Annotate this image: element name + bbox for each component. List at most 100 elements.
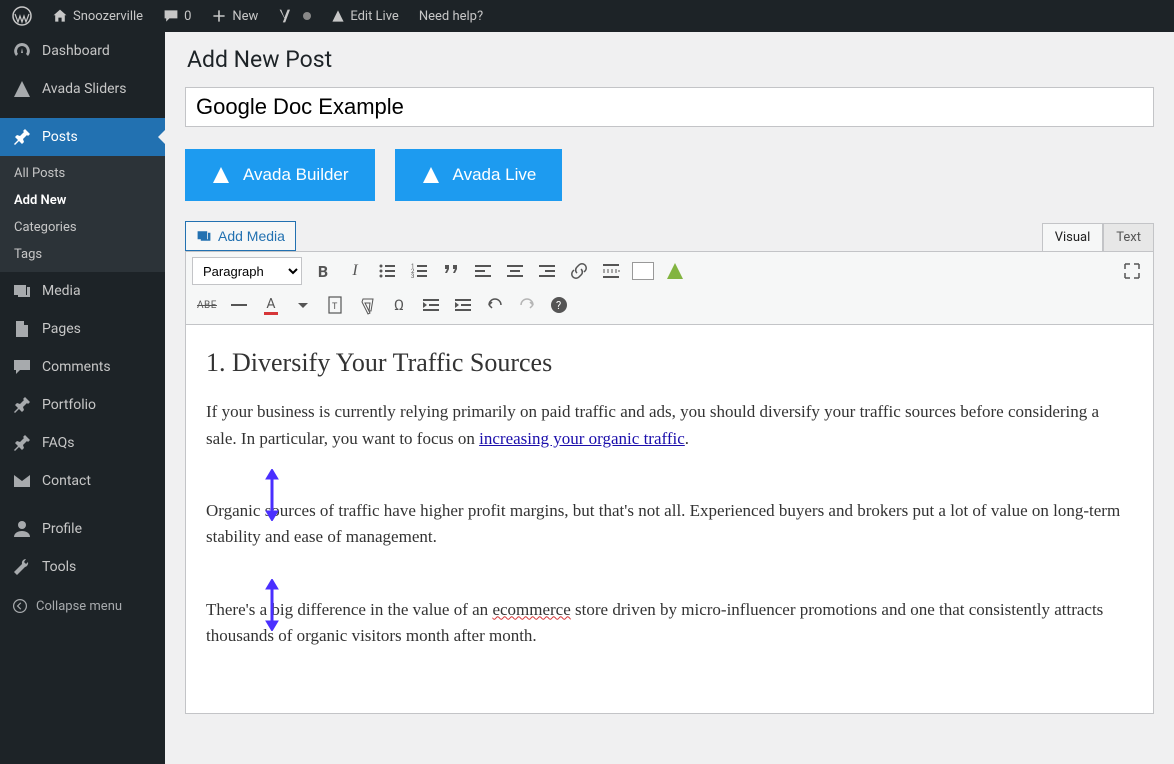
sidebar-item-dashboard[interactable]: Dashboard [0, 32, 165, 70]
sidebar-item-label: Portfolio [42, 397, 96, 413]
clear-format-button[interactable] [352, 290, 382, 320]
pin-icon [12, 395, 32, 415]
format-select[interactable]: Paragraph [192, 257, 302, 285]
submenu-add-new[interactable]: Add New [0, 187, 165, 214]
avada-builder-button[interactable]: Avada Builder [185, 149, 375, 201]
sidebar-item-media[interactable]: Media [0, 272, 165, 310]
page-icon [12, 319, 32, 339]
sidebar-item-posts[interactable]: Posts [0, 118, 165, 156]
italic-button[interactable]: I [340, 256, 370, 286]
indent-button[interactable] [448, 290, 478, 320]
add-media-label: Add Media [218, 228, 285, 244]
sidebar-item-label: Profile [42, 521, 82, 537]
content-heading: 1. Diversify Your Traffic Sources [206, 343, 1133, 383]
sidebar-item-label: Contact [42, 473, 91, 489]
sidebar-item-label: Media [42, 283, 81, 299]
strikethrough-button[interactable]: ABE [192, 290, 222, 320]
pin-icon [12, 433, 32, 453]
sidebar-item-label: Posts [42, 129, 78, 145]
comments-link[interactable]: 0 [155, 0, 199, 32]
bullet-list-button[interactable] [372, 256, 402, 286]
tab-text[interactable]: Text [1103, 223, 1154, 251]
outdent-button[interactable] [416, 290, 446, 320]
avada-live-button[interactable]: Avada Live [395, 149, 563, 201]
yoast-link[interactable] [270, 0, 319, 32]
svg-text:T: T [332, 302, 338, 312]
sidebar-item-faqs[interactable]: FAQs [0, 424, 165, 462]
submenu-all-posts[interactable]: All Posts [0, 160, 165, 187]
collapse-menu-button[interactable]: Collapse menu [0, 586, 165, 626]
text-color-button[interactable]: A [256, 290, 286, 320]
new-label: New [232, 9, 258, 24]
media-icon [196, 228, 212, 244]
organic-traffic-link[interactable]: increasing your organic traffic [479, 429, 685, 448]
wp-logo[interactable] [4, 0, 40, 32]
svg-text:3: 3 [411, 273, 414, 280]
wordpress-icon [12, 6, 32, 26]
home-icon [52, 8, 68, 24]
sidebar-item-avada-sliders[interactable]: Avada Sliders [0, 70, 165, 108]
edit-live-label: Edit Live [350, 9, 399, 24]
editor-toolbar: Paragraph B I 123 ABE [186, 252, 1153, 325]
align-left-button[interactable] [468, 256, 498, 286]
site-name: Snoozerville [73, 9, 143, 24]
sidebar-item-pages[interactable]: Pages [0, 310, 165, 348]
posts-submenu: All Posts Add New Categories Tags [0, 156, 165, 272]
sidebar-item-tools[interactable]: Tools [0, 548, 165, 586]
number-list-button[interactable]: 123 [404, 256, 434, 286]
redo-button[interactable] [512, 290, 542, 320]
paste-text-button[interactable]: T [320, 290, 350, 320]
avada-element-button[interactable] [660, 256, 690, 286]
user-icon [12, 519, 32, 539]
tab-visual[interactable]: Visual [1042, 223, 1104, 251]
editor: Paragraph B I 123 ABE [185, 251, 1154, 714]
submenu-tags[interactable]: Tags [0, 241, 165, 268]
content-paragraph-3: There's a big difference in the value of… [206, 597, 1133, 650]
edit-live-link[interactable]: Edit Live [323, 0, 407, 32]
bold-button[interactable]: B [308, 256, 338, 286]
dashboard-icon [12, 41, 32, 61]
blockquote-button[interactable] [436, 256, 466, 286]
sidebar-item-label: Comments [42, 359, 111, 375]
add-media-button[interactable]: Add Media [185, 221, 296, 251]
sidebar-item-contact[interactable]: Contact [0, 462, 165, 500]
sidebar-item-profile[interactable]: Profile [0, 510, 165, 548]
yoast-icon [278, 8, 294, 24]
read-more-button[interactable] [596, 256, 626, 286]
media-icon [12, 281, 32, 301]
collapse-label: Collapse menu [36, 599, 122, 614]
align-center-button[interactable] [500, 256, 530, 286]
fullscreen-button[interactable] [1117, 256, 1147, 286]
need-help-label: Need help? [419, 9, 483, 24]
comments-count: 0 [184, 9, 191, 24]
new-link[interactable]: New [203, 0, 266, 32]
sidebar-item-portfolio[interactable]: Portfolio [0, 386, 165, 424]
need-help-link[interactable]: Need help? [411, 0, 491, 32]
content-paragraph-1: If your business is currently relying pr… [206, 399, 1133, 452]
post-title-input[interactable] [185, 87, 1154, 127]
svg-text:?: ? [556, 299, 561, 312]
sidebar-item-label: FAQs [42, 435, 75, 451]
editor-content[interactable]: 1. Diversify Your Traffic Sources If you… [186, 325, 1153, 713]
hr-button[interactable] [224, 290, 254, 320]
site-link[interactable]: Snoozerville [44, 0, 151, 32]
sidebar-item-label: Avada Sliders [42, 81, 126, 97]
undo-button[interactable] [480, 290, 510, 320]
submenu-categories[interactable]: Categories [0, 214, 165, 241]
admin-menu: Dashboard Avada Sliders Posts All Posts … [0, 32, 165, 764]
content-paragraph-2: Organic sources of traffic have higher p… [206, 498, 1133, 551]
color-picker-button[interactable] [628, 256, 658, 286]
status-dot [303, 12, 311, 20]
avada-icon [421, 165, 441, 185]
link-button[interactable] [564, 256, 594, 286]
special-char-button[interactable]: Ω [384, 290, 414, 320]
comment-icon [12, 357, 32, 377]
content-area: Add New Post Avada Builder Avada Live Ad… [165, 32, 1174, 764]
text-color-dropdown[interactable] [288, 290, 318, 320]
plus-icon [211, 8, 227, 24]
sidebar-item-label: Tools [42, 559, 76, 575]
sidebar-item-comments[interactable]: Comments [0, 348, 165, 386]
collapse-icon [12, 598, 28, 614]
align-right-button[interactable] [532, 256, 562, 286]
help-button[interactable]: ? [544, 290, 574, 320]
